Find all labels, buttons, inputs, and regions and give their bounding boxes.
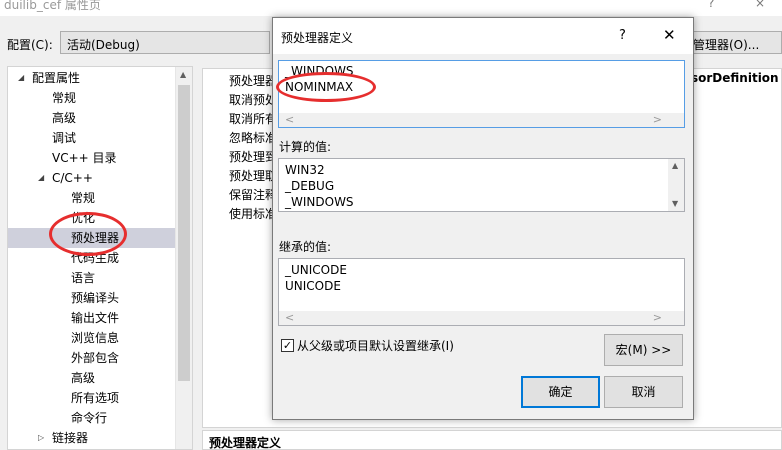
tree-item[interactable]: VC++ 目录 <box>52 148 117 168</box>
property-row[interactable]: 取消所有 <box>229 110 277 129</box>
cancel-button[interactable]: 取消 <box>604 376 683 408</box>
inherited-horizontal-scrollbar[interactable]: < > <box>279 311 684 325</box>
inherit-checkbox[interactable]: ✓ <box>281 339 294 352</box>
scroll-right-icon[interactable]: > <box>653 113 662 126</box>
scroll-up-icon[interactable]: ▲ <box>672 161 678 170</box>
computed-values-box: WIN32 _DEBUG _WINDOWS ▲ ▼ <box>278 158 685 212</box>
scroll-thumb[interactable] <box>178 85 190 381</box>
property-row[interactable]: 预处理取 <box>229 167 277 186</box>
computed-line: _DEBUG <box>285 179 335 193</box>
property-row[interactable]: 保留注释 <box>229 186 277 205</box>
inherited-values-label: 继承的值: <box>279 240 332 254</box>
tree-item[interactable]: 浏览信息 <box>71 328 119 348</box>
annotation-circle-nominmax <box>276 72 376 102</box>
inherit-checkbox-label[interactable]: 从父级或项目默认设置继承(I) <box>297 337 454 354</box>
help-icon[interactable]: ? <box>619 28 626 43</box>
property-row[interactable]: 取消预处 <box>229 91 277 110</box>
scroll-left-icon[interactable]: < <box>285 311 294 324</box>
tree-item[interactable]: 所有选项 <box>71 388 119 408</box>
ok-button[interactable]: 确定 <box>521 376 600 408</box>
settings-tree: ◢ 配置属性 常规 高级 调试 VC++ 目录 ◢ C/C++ 常规 优化 预处… <box>7 66 193 450</box>
window-help-icon[interactable]: ? <box>708 0 714 10</box>
tree-item[interactable]: 语言 <box>71 268 95 288</box>
computed-values-label: 计算的值: <box>279 140 332 154</box>
tree-item-cpp[interactable]: ◢ C/C++ <box>38 168 93 188</box>
tree-item[interactable]: 高级 <box>71 368 95 388</box>
inherited-line: _UNICODE <box>285 263 347 277</box>
inherited-values-box: _UNICODE UNICODE < > <box>278 258 685 326</box>
tree-item[interactable]: 高级 <box>52 108 76 128</box>
macros-button[interactable]: 宏(M) >> <box>604 334 683 366</box>
close-icon[interactable]: ✕ <box>663 26 676 44</box>
expanded-arrow-icon[interactable]: ◢ <box>18 68 24 88</box>
computed-scrollbar[interactable]: ▲ ▼ <box>668 159 684 211</box>
computed-line: WIN32 <box>285 163 325 177</box>
tree-item[interactable]: 命令行 <box>71 408 107 428</box>
checkmark-icon: ✓ <box>282 339 293 352</box>
tree-scrollbar[interactable]: ▲ <box>175 67 192 449</box>
tree-item-linker[interactable]: ▷ 链接器 <box>38 428 88 448</box>
property-row[interactable]: 忽略标准 <box>229 129 277 148</box>
tree-item[interactable]: 常规 <box>52 88 76 108</box>
tree-item[interactable]: 输出文件 <box>71 308 119 328</box>
edit-horizontal-scrollbar[interactable]: < > <box>279 113 684 127</box>
scroll-down-icon[interactable]: ▼ <box>672 199 678 208</box>
property-row[interactable]: 预处理到 <box>229 148 277 167</box>
expanded-arrow-icon[interactable]: ◢ <box>38 168 44 188</box>
tree-item[interactable]: 常规 <box>71 188 95 208</box>
config-select[interactable]: 活动(Debug) <box>60 31 270 54</box>
property-value-header: sorDefinition <box>691 71 779 85</box>
description-title: 预处理器定义 <box>202 430 782 450</box>
inherited-line: UNICODE <box>285 279 341 293</box>
dialog-title: 预处理器定义 <box>281 31 354 45</box>
property-row[interactable]: 使用标准 <box>229 205 277 224</box>
tree-item[interactable]: 预编译头 <box>71 288 119 308</box>
scroll-right-icon[interactable]: > <box>653 311 662 324</box>
config-label: 配置(C): <box>7 38 53 52</box>
window-close-icon[interactable]: × <box>755 0 765 10</box>
tree-item-config-props[interactable]: ◢ 配置属性 <box>18 68 80 88</box>
property-row[interactable]: 预处理器 <box>229 72 277 91</box>
scroll-up-icon[interactable]: ▲ <box>180 70 186 79</box>
tree-item[interactable]: 调试 <box>52 128 76 148</box>
tree-item[interactable]: 外部包含 <box>71 348 119 368</box>
collapsed-arrow-icon[interactable]: ▷ <box>38 428 44 448</box>
scroll-left-icon[interactable]: < <box>285 113 294 126</box>
annotation-circle-preprocessor <box>49 212 127 256</box>
dialog-title-bar: 预处理器定义 ? ✕ <box>273 18 693 54</box>
config-manager-button[interactable]: 管理器(O)... <box>686 31 782 54</box>
window-title-bar: duilib_cef 属性页 ? × <box>0 0 782 16</box>
computed-line: _WINDOWS <box>285 195 354 209</box>
window-title: duilib_cef 属性页 <box>4 0 101 12</box>
